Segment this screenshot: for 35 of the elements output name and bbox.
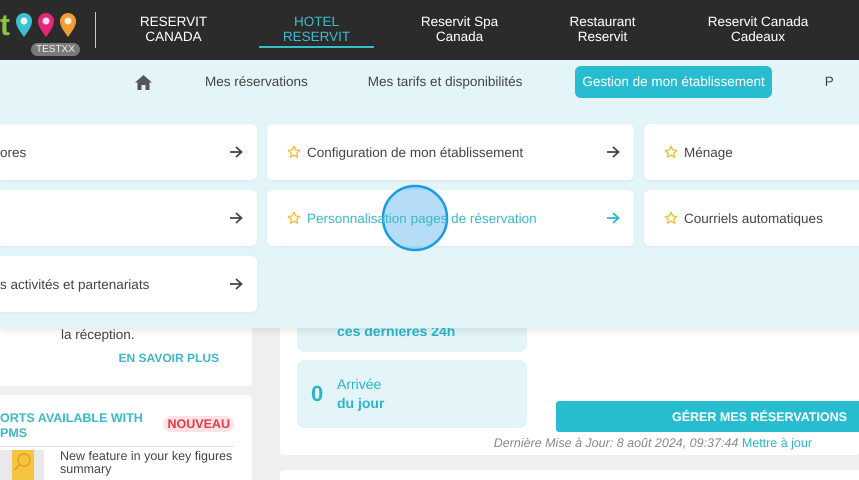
- menu-card[interactable]: s activités et partenariats: [0, 256, 257, 312]
- nav-tab[interactable]: Reservit Spa Canada: [402, 0, 517, 48]
- stat-value: 0: [311, 381, 324, 407]
- star-icon[interactable]: [664, 211, 678, 225]
- home-icon[interactable]: [135, 74, 152, 90]
- menu-card[interactable]: Courriels automatiques: [644, 190, 859, 246]
- menu-tab[interactable]: Mes tarifs et disponibilités: [360, 66, 530, 98]
- search-thumbnail-icon: [0, 450, 44, 480]
- menu-label: ores: [0, 144, 26, 160]
- star-icon[interactable]: [664, 145, 678, 159]
- menu-tab[interactable]: Mes réservations: [198, 66, 315, 98]
- nav-tab[interactable]: RESERVIT CANADA: [116, 0, 231, 48]
- stat-label: du jour: [337, 394, 384, 413]
- logo-letter: t: [0, 10, 10, 42]
- menu-card[interactable]: [0, 190, 257, 246]
- menu-label: Courriels automatiques: [684, 210, 823, 226]
- card-title: ORTS AVAILABLE WITH PMS: [0, 411, 143, 441]
- nav-tab[interactable]: Reservit Canada Cadeaux: [688, 0, 828, 48]
- menu-label: Ménage: [684, 144, 733, 160]
- new-badge: NOUVEAU: [163, 416, 234, 432]
- menu-label: s activités et partenariats: [0, 276, 150, 292]
- menu-label: Configuration de mon établissement: [307, 144, 524, 160]
- card-text: New feature in your key figures summary: [60, 450, 234, 478]
- menu-card[interactable]: Configuration de mon établissement: [267, 124, 634, 180]
- menu-tab[interactable]: P: [818, 66, 841, 98]
- stat-label: Arrivée: [337, 375, 382, 394]
- menu-card[interactable]: ores: [0, 124, 257, 180]
- star-icon[interactable]: [287, 145, 301, 159]
- card-text: la réception.: [61, 328, 136, 342]
- last-update-text: Dernière Mise à Jour: 8 août 2024, 09:37:44: [494, 436, 738, 450]
- nav-tab[interactable]: HOTEL RESERVIT: [259, 0, 374, 48]
- nav-tab[interactable]: Restaurant Reservit: [545, 0, 660, 48]
- menu-card[interactable]: Ménage: [644, 124, 859, 180]
- star-icon[interactable]: [287, 211, 301, 225]
- environment-badge: TESTXX: [31, 43, 80, 56]
